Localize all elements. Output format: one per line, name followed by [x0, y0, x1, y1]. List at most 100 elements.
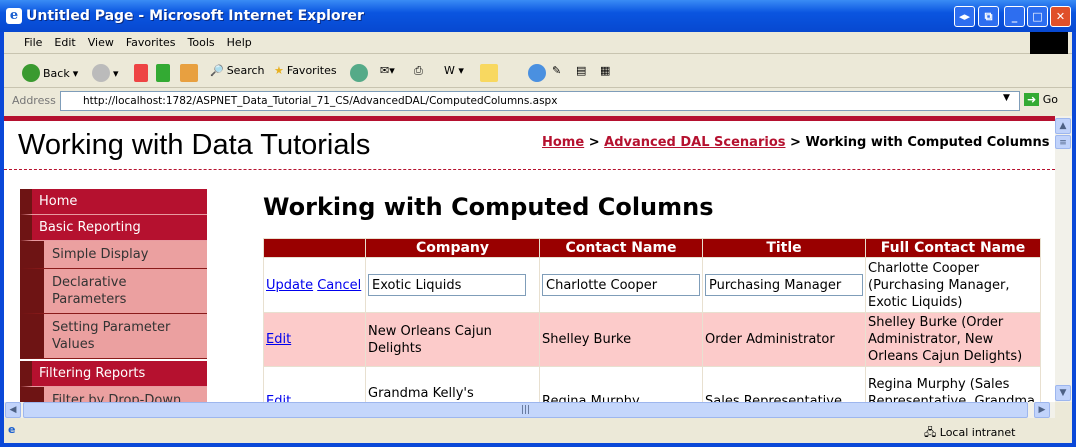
menu-favorites[interactable]: Favorites: [120, 32, 182, 49]
sidebar-item-setting-parameter-values[interactable]: Setting Parameter Values: [20, 314, 207, 359]
sidebar-item-basic-reporting[interactable]: Basic Reporting: [20, 215, 207, 241]
history-icon[interactable]: [350, 64, 368, 82]
status-bar: e 🖧 Local intranet: [4, 420, 1072, 443]
messenger-icon[interactable]: [528, 64, 546, 82]
toolbar: Back ▾ ▾ 🔎 Search ★ Favorites ✉▾ ⎙ W ▾ ✎ ▤…: [4, 56, 1072, 88]
go-label: Go: [1042, 93, 1058, 106]
header-divider: [4, 169, 1055, 170]
stop-icon[interactable]: [134, 64, 148, 82]
sidebar-item-filter-dropdown[interactable]: Filter by Drop-Down List: [20, 387, 207, 402]
address-input[interactable]: http://localhost:1782/ASPNET_Data_Tutori…: [60, 91, 1020, 111]
ie-icon: e: [6, 8, 22, 24]
cancel-link[interactable]: Cancel: [317, 278, 361, 293]
breadcrumb-advanced-dal[interactable]: Advanced DAL Scenarios: [604, 135, 785, 150]
header-contact-name: Contact Name: [539, 238, 703, 258]
horizontal-scrollbar[interactable]: ◀ ||| ▶: [4, 402, 1055, 418]
menu-file[interactable]: File: [18, 32, 48, 49]
sidebar-item-home[interactable]: Home: [20, 189, 207, 215]
sidebar-item-simple-display[interactable]: Simple Display: [20, 241, 207, 269]
menu-bar: File Edit View Favorites Tools Help: [4, 32, 1072, 54]
network-globe-icon: 🖧: [924, 426, 937, 439]
title-cell: Order Administrator: [702, 312, 866, 367]
close-button[interactable]: ✕: [1050, 6, 1071, 27]
search-icon: 🔎: [210, 64, 224, 77]
contact-name-input[interactable]: [542, 274, 700, 296]
menu-help[interactable]: Help: [221, 32, 258, 49]
sidebar-item-filtering-reports[interactable]: Filtering Reports: [20, 361, 207, 387]
bluetooth-icon[interactable]: ▦: [600, 64, 610, 77]
scroll-right-icon[interactable]: ▶: [1034, 402, 1050, 418]
tool-icon[interactable]: ▤: [576, 64, 586, 77]
intranet-zone: 🖧 Local intranet: [924, 424, 1015, 443]
company-input[interactable]: [368, 274, 526, 296]
company-cell: New Orleans Cajun Delights: [365, 312, 540, 367]
zone-label: Local intranet: [939, 426, 1016, 439]
menu-edit[interactable]: Edit: [48, 32, 81, 49]
sidebar-item-declarative-parameters[interactable]: Declarative Parameters: [20, 269, 207, 314]
back-button[interactable]: Back ▾: [22, 64, 78, 82]
table-row-editing: Update Cancel Charlotte Cooper (Purchasi…: [263, 257, 1041, 313]
grid-header-row: Company Contact Name Title Full Contact …: [263, 238, 1041, 258]
vertical-scroll-thumb[interactable]: ≡: [1055, 135, 1071, 149]
maximize-button[interactable]: □: [1027, 6, 1048, 27]
full-contact-name-cell: Regina Murphy (Sales Representative, Gra…: [865, 366, 1041, 402]
contact-name-cell: Regina Murphy: [539, 366, 703, 402]
address-dropdown-icon[interactable]: ▼: [1003, 93, 1010, 103]
contact-name-cell: Shelley Burke: [539, 312, 703, 367]
home-icon[interactable]: [180, 64, 198, 82]
table-row: Edit New Orleans Cajun Delights Shelley …: [263, 312, 1041, 367]
back-icon: [22, 64, 40, 82]
forward-icon: [92, 64, 110, 82]
mail-icon[interactable]: ✉▾: [380, 64, 395, 77]
horizontal-scroll-thumb[interactable]: |||: [23, 402, 1028, 418]
search-button[interactable]: 🔎 Search: [210, 64, 265, 77]
scroll-up-icon[interactable]: ▲: [1055, 118, 1071, 134]
back-label: Back: [43, 66, 70, 80]
edit-link[interactable]: Edit: [266, 394, 291, 402]
search-label: Search: [226, 64, 265, 77]
minimize-button[interactable]: _: [1004, 6, 1025, 27]
research-icon[interactable]: ✎: [552, 64, 561, 77]
restore-icon[interactable]: ◂▸: [954, 6, 975, 27]
vertical-scrollbar[interactable]: ▲ ≡ ▼: [1055, 116, 1072, 402]
suppliers-grid: Company Contact Name Title Full Contact …: [263, 238, 1041, 402]
scroll-left-icon[interactable]: ◀: [5, 402, 21, 418]
title-cell: Sales Representative: [702, 366, 866, 402]
edit-word-icon[interactable]: W ▾: [444, 64, 464, 77]
header-actions: [263, 238, 366, 258]
discuss-icon[interactable]: [480, 64, 498, 82]
breadcrumb-current: Working with Computed Columns: [805, 135, 1050, 150]
sidebar-menu: Home Basic Reporting Simple Display Decl…: [20, 189, 207, 402]
page-heading: Working with Computed Columns: [263, 193, 714, 221]
update-link[interactable]: Update: [266, 278, 313, 293]
favorites-label: Favorites: [286, 64, 337, 77]
breadcrumb-home[interactable]: Home: [542, 135, 584, 150]
print-icon[interactable]: ⎙: [414, 64, 423, 78]
go-button[interactable]: ➜ Go: [1024, 93, 1058, 106]
company-cell: Grandma Kelly's Homestead: [365, 366, 540, 402]
window-title: Untitled Page - Microsoft Internet Explo…: [26, 8, 364, 24]
full-contact-name-cell: Charlotte Cooper (Purchasing Manager, Ex…: [865, 257, 1041, 313]
breadcrumb: Home > Advanced DAL Scenarios > Working …: [542, 135, 1050, 150]
full-contact-name-cell: Shelley Burke (Order Administrator, New …: [865, 312, 1041, 367]
header-title: Title: [702, 238, 866, 258]
go-arrow-icon: ➜: [1024, 93, 1040, 106]
star-icon: ★: [274, 64, 284, 77]
title-bar: e Untitled Page - Microsoft Internet Exp…: [0, 0, 1076, 32]
scroll-down-icon[interactable]: ▼: [1055, 385, 1071, 401]
title-input[interactable]: [705, 274, 863, 296]
breadcrumb-separator: >: [790, 135, 801, 150]
address-label: Address: [12, 94, 56, 107]
menu-tools[interactable]: Tools: [182, 32, 221, 49]
help-window-icon[interactable]: ⧉: [978, 6, 999, 27]
header-full-contact-name: Full Contact Name: [865, 238, 1041, 258]
header-company: Company: [365, 238, 540, 258]
menu-view[interactable]: View: [82, 32, 120, 49]
windows-logo: [1030, 32, 1068, 54]
edit-link[interactable]: Edit: [266, 332, 291, 347]
favorites-button[interactable]: ★ Favorites: [274, 64, 337, 77]
table-row: Edit Grandma Kelly's Homestead Regina Mu…: [263, 366, 1041, 402]
page-status-icon: e: [8, 423, 16, 436]
refresh-icon[interactable]: [156, 64, 170, 82]
forward-button[interactable]: ▾: [92, 64, 119, 82]
